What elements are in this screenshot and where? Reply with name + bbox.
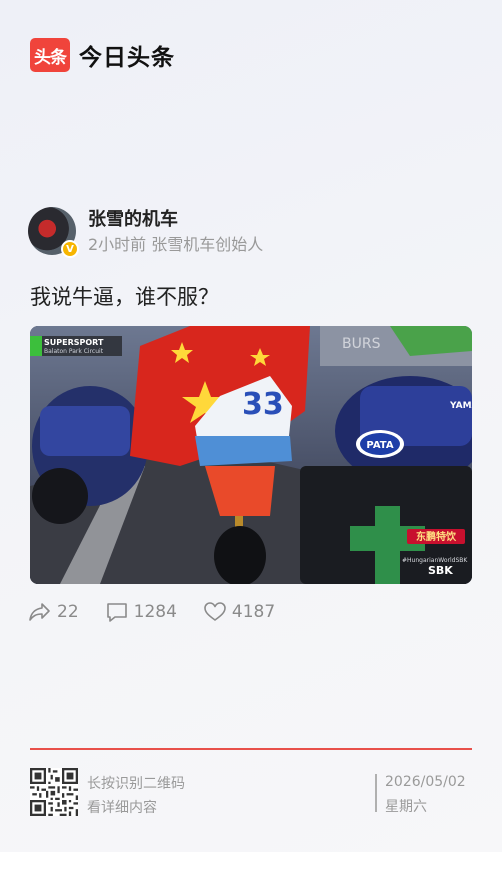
like-count: 4187	[231, 602, 276, 622]
comment-count: 1284	[133, 602, 177, 622]
share-count: 22	[57, 602, 79, 622]
heart-icon	[204, 602, 226, 621]
footer: 长按识别二维码 看详细内容 2026/05/02 星期六	[30, 768, 472, 820]
action-bar: 22 1284 4187	[28, 601, 301, 623]
yamaha-logo-text: YAMA	[449, 401, 472, 411]
qr-line1: 长按识别二维码	[87, 776, 185, 792]
footer-divider	[30, 748, 472, 750]
qr-code-icon[interactable]	[30, 768, 78, 816]
overlay-series: SUPERSPORT	[44, 338, 104, 347]
comment-icon	[106, 603, 127, 622]
footer-separator	[375, 774, 377, 812]
overlay-circuit: Balaton Park Circuit	[44, 348, 104, 355]
author-name[interactable]: 张雪的机车	[88, 208, 263, 232]
bike-number: 33	[242, 387, 284, 422]
logo-text: 头条	[34, 47, 67, 68]
share-button[interactable]: 22	[28, 601, 79, 623]
app-header: 头条 今日头条	[30, 38, 175, 72]
date-block: 2026/05/02 星期六	[385, 770, 466, 820]
share-card: 头条 今日头条 V 张雪的机车 2小时前 张雪机车创始人 我说牛逼，谁不服？ B…	[0, 0, 502, 852]
like-button[interactable]: 4187	[203, 601, 275, 623]
sbk-logo-text: SBK	[428, 564, 453, 577]
race-photo: BURS PATA YAMA 33	[30, 326, 472, 584]
author-subtitle: 2小时前 张雪机车创始人	[88, 234, 264, 254]
qr-instructions: 长按识别二维码 看详细内容	[87, 772, 185, 820]
author-meta: 张雪的机车 2小时前 张雪机车创始人	[88, 208, 263, 255]
comment-button[interactable]: 1284	[105, 601, 177, 623]
svg-text:BURS: BURS	[342, 336, 381, 352]
verified-badge-icon: V	[61, 240, 79, 258]
qr-line2: 看详细内容	[87, 800, 157, 816]
date-text: 2026/05/02	[385, 774, 466, 790]
hashtag-text: #HungarianWorldSBK	[402, 557, 468, 564]
post-image[interactable]: BURS PATA YAMA 33	[30, 326, 472, 584]
toutiao-logo: 头条	[30, 38, 70, 72]
app-name: 今日头条	[79, 45, 175, 71]
author-row[interactable]: V 张雪的机车 2小时前 张雪机车创始人	[28, 207, 263, 258]
pata-logo-text: PATA	[366, 440, 393, 451]
share-icon	[29, 603, 50, 621]
avatar[interactable]: V	[28, 207, 79, 258]
post-text: 我说牛逼，谁不服？	[30, 285, 219, 309]
sponsor-east-text: 东鹏特饮	[416, 530, 457, 543]
weekday-text: 星期六	[385, 799, 427, 815]
